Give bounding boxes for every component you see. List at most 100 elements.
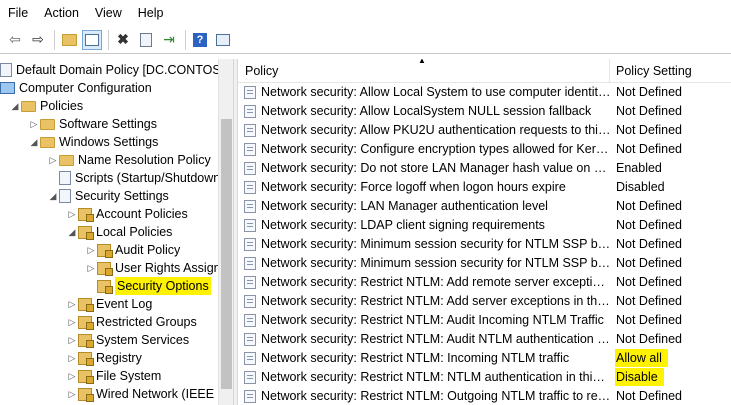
policy-setting-value: Not Defined [616, 199, 683, 213]
table-row[interactable]: Network security: Restrict NTLM: Add ser… [238, 292, 731, 311]
tree-node-label: Restricted Groups [96, 315, 197, 329]
forward-icon[interactable]: ⇨ [29, 31, 47, 49]
policy-name: Network security: Restrict NTLM: Add rem… [261, 275, 611, 289]
policy-name: Network security: Allow PKU2U authentica… [261, 123, 611, 137]
policy-setting-value: Enabled [616, 161, 662, 175]
tree-node[interactable]: ◢ Security Settings [47, 187, 169, 205]
table-row[interactable]: Network security: Allow Local System to … [238, 83, 731, 102]
lock-folder-icon [78, 351, 94, 366]
collapsed-arrow-icon[interactable]: ▷ [66, 205, 78, 223]
tree-node[interactable]: ▷ Registry [66, 349, 142, 367]
policy-setting-value: Allow all [615, 349, 668, 367]
table-row[interactable]: Network security: Configure encryption t… [238, 140, 731, 159]
tree-node-label: Name Resolution Policy [78, 153, 211, 167]
tree-node-label: Audit Policy [115, 243, 181, 257]
table-row[interactable]: Network security: Restrict NTLM: Audit I… [238, 311, 731, 330]
table-row[interactable]: Network security: Restrict NTLM: Add rem… [238, 273, 731, 292]
scrollbar-thumb[interactable] [221, 119, 232, 389]
tree-node[interactable]: Computer Configuration [0, 79, 152, 97]
collapsed-arrow-icon[interactable]: ▷ [66, 331, 78, 349]
collapsed-arrow-icon[interactable]: ▷ [28, 115, 40, 133]
policy-icon [244, 314, 256, 327]
help-icon[interactable]: ? [191, 31, 209, 49]
expanded-arrow-icon[interactable]: ◢ [28, 133, 40, 151]
table-row[interactable]: Network security: Force logoff when logo… [238, 178, 731, 197]
collapsed-arrow-icon[interactable]: ▷ [66, 349, 78, 367]
back-icon[interactable]: ⇦ [6, 31, 24, 49]
tree-node[interactable]: ▷ User Rights Assignment [85, 259, 218, 277]
table-row[interactable]: Network security: LDAP client signing re… [238, 216, 731, 235]
collapsed-arrow-icon[interactable]: ▷ [85, 259, 97, 277]
collapsed-arrow-icon[interactable]: ▷ [66, 367, 78, 385]
policy-cell: Network security: Allow PKU2U authentica… [244, 121, 612, 140]
table-row[interactable]: Network security: Do not store LAN Manag… [238, 159, 731, 178]
policy-name: Network security: LAN Manager authentica… [261, 199, 548, 213]
expanded-arrow-icon[interactable]: ◢ [47, 187, 59, 205]
tree-node[interactable]: ▷ Audit Policy [85, 241, 180, 259]
policy-cell: Network security: Restrict NTLM: Audit I… [244, 311, 612, 330]
table-row[interactable]: Network security: Restrict NTLM: NTLM au… [238, 368, 731, 387]
tree-scrollbar[interactable] [218, 59, 234, 405]
column-header-policy[interactable]: Policy [245, 59, 278, 82]
menu-file[interactable]: File [0, 0, 36, 26]
show-tree-icon[interactable] [82, 29, 102, 50]
collapsed-arrow-icon[interactable]: ▷ [47, 151, 59, 169]
tree-node[interactable]: ▷ Restricted Groups [66, 313, 197, 331]
collapsed-arrow-icon[interactable]: ▷ [85, 241, 97, 259]
policy-cell: Network security: Force logoff when logo… [244, 178, 612, 197]
table-row[interactable]: Network security: Allow LocalSystem NULL… [238, 102, 731, 121]
menu-view[interactable]: View [87, 0, 130, 26]
tree-node[interactable]: ◢ Local Policies [66, 223, 172, 241]
policy-icon [244, 276, 256, 289]
table-row[interactable]: Network security: Minimum session securi… [238, 235, 731, 254]
tree-node[interactable]: Default Domain Policy [DC.CONTOSO.COM] P… [0, 61, 218, 79]
properties-icon[interactable] [137, 31, 155, 49]
folder-icon [59, 154, 74, 166]
policy-setting: Not Defined [616, 140, 682, 159]
expanded-arrow-icon[interactable]: ◢ [66, 223, 78, 241]
menu-action[interactable]: Action [36, 0, 87, 26]
tree-node[interactable]: ▷ Software Settings [28, 115, 157, 133]
expanded-arrow-icon[interactable]: ◢ [9, 97, 21, 115]
tree-node[interactable]: Scripts (Startup/Shutdown) [47, 169, 218, 187]
view-icon[interactable] [214, 31, 232, 49]
tree-node[interactable]: ▷ Event Log [66, 295, 152, 313]
export-icon[interactable]: ⇥ [160, 31, 178, 49]
policy-name: Network security: Restrict NTLM: Incomin… [261, 351, 570, 365]
table-row[interactable]: Network security: Minimum session securi… [238, 254, 731, 273]
collapsed-arrow-icon[interactable]: ▷ [66, 385, 78, 403]
folder-icon [21, 100, 36, 112]
tree-node[interactable]: ▷ File System [66, 367, 161, 385]
delete-icon[interactable]: ✖ [114, 31, 132, 49]
tree-node[interactable]: ▷ Wired Network (IEEE 802.3) Policies [66, 385, 218, 403]
tree-node[interactable]: ◢ Policies [9, 97, 84, 115]
toolbar-separator [108, 29, 109, 50]
table-row[interactable]: Network security: Restrict NTLM: Incomin… [238, 349, 731, 368]
tree-node-label: Local Policies [96, 225, 173, 239]
policy-setting-value: Not Defined [616, 275, 683, 289]
menu-help[interactable]: Help [130, 0, 172, 26]
table-row[interactable]: Network security: Restrict NTLM: Audit N… [238, 330, 731, 349]
policy-icon [244, 257, 256, 270]
collapsed-arrow-icon[interactable]: ▷ [66, 295, 78, 313]
up-folder-icon[interactable] [60, 31, 78, 49]
policy-cell: Network security: LAN Manager authentica… [244, 197, 612, 216]
policy-cell: Network security: Minimum session securi… [244, 254, 612, 273]
table-row[interactable]: Network security: LAN Manager authentica… [238, 197, 731, 216]
tree-node[interactable]: ▷ System Services [66, 331, 189, 349]
table-row[interactable]: Network security: Allow PKU2U authentica… [238, 121, 731, 140]
policy-icon [244, 105, 256, 118]
column-divider[interactable] [609, 59, 610, 82]
table-row[interactable]: Network security: Restrict NTLM: Outgoin… [238, 387, 731, 405]
policy-icon [0, 63, 12, 77]
tree-node[interactable]: ▷ Account Policies [66, 205, 188, 223]
policy-setting: Not Defined [616, 83, 682, 102]
tree-node-label: File System [96, 369, 162, 383]
tree-node[interactable]: ◢ Windows Settings [28, 133, 159, 151]
policy-setting-value: Not Defined [616, 256, 683, 270]
column-header-setting[interactable]: Policy Setting [616, 59, 692, 82]
policy-setting-value: Disable [615, 368, 664, 386]
tree-node[interactable]: ▷ Name Resolution Policy [47, 151, 211, 169]
collapsed-arrow-icon[interactable]: ▷ [66, 313, 78, 331]
tree-node[interactable]: Security Options [85, 277, 211, 295]
